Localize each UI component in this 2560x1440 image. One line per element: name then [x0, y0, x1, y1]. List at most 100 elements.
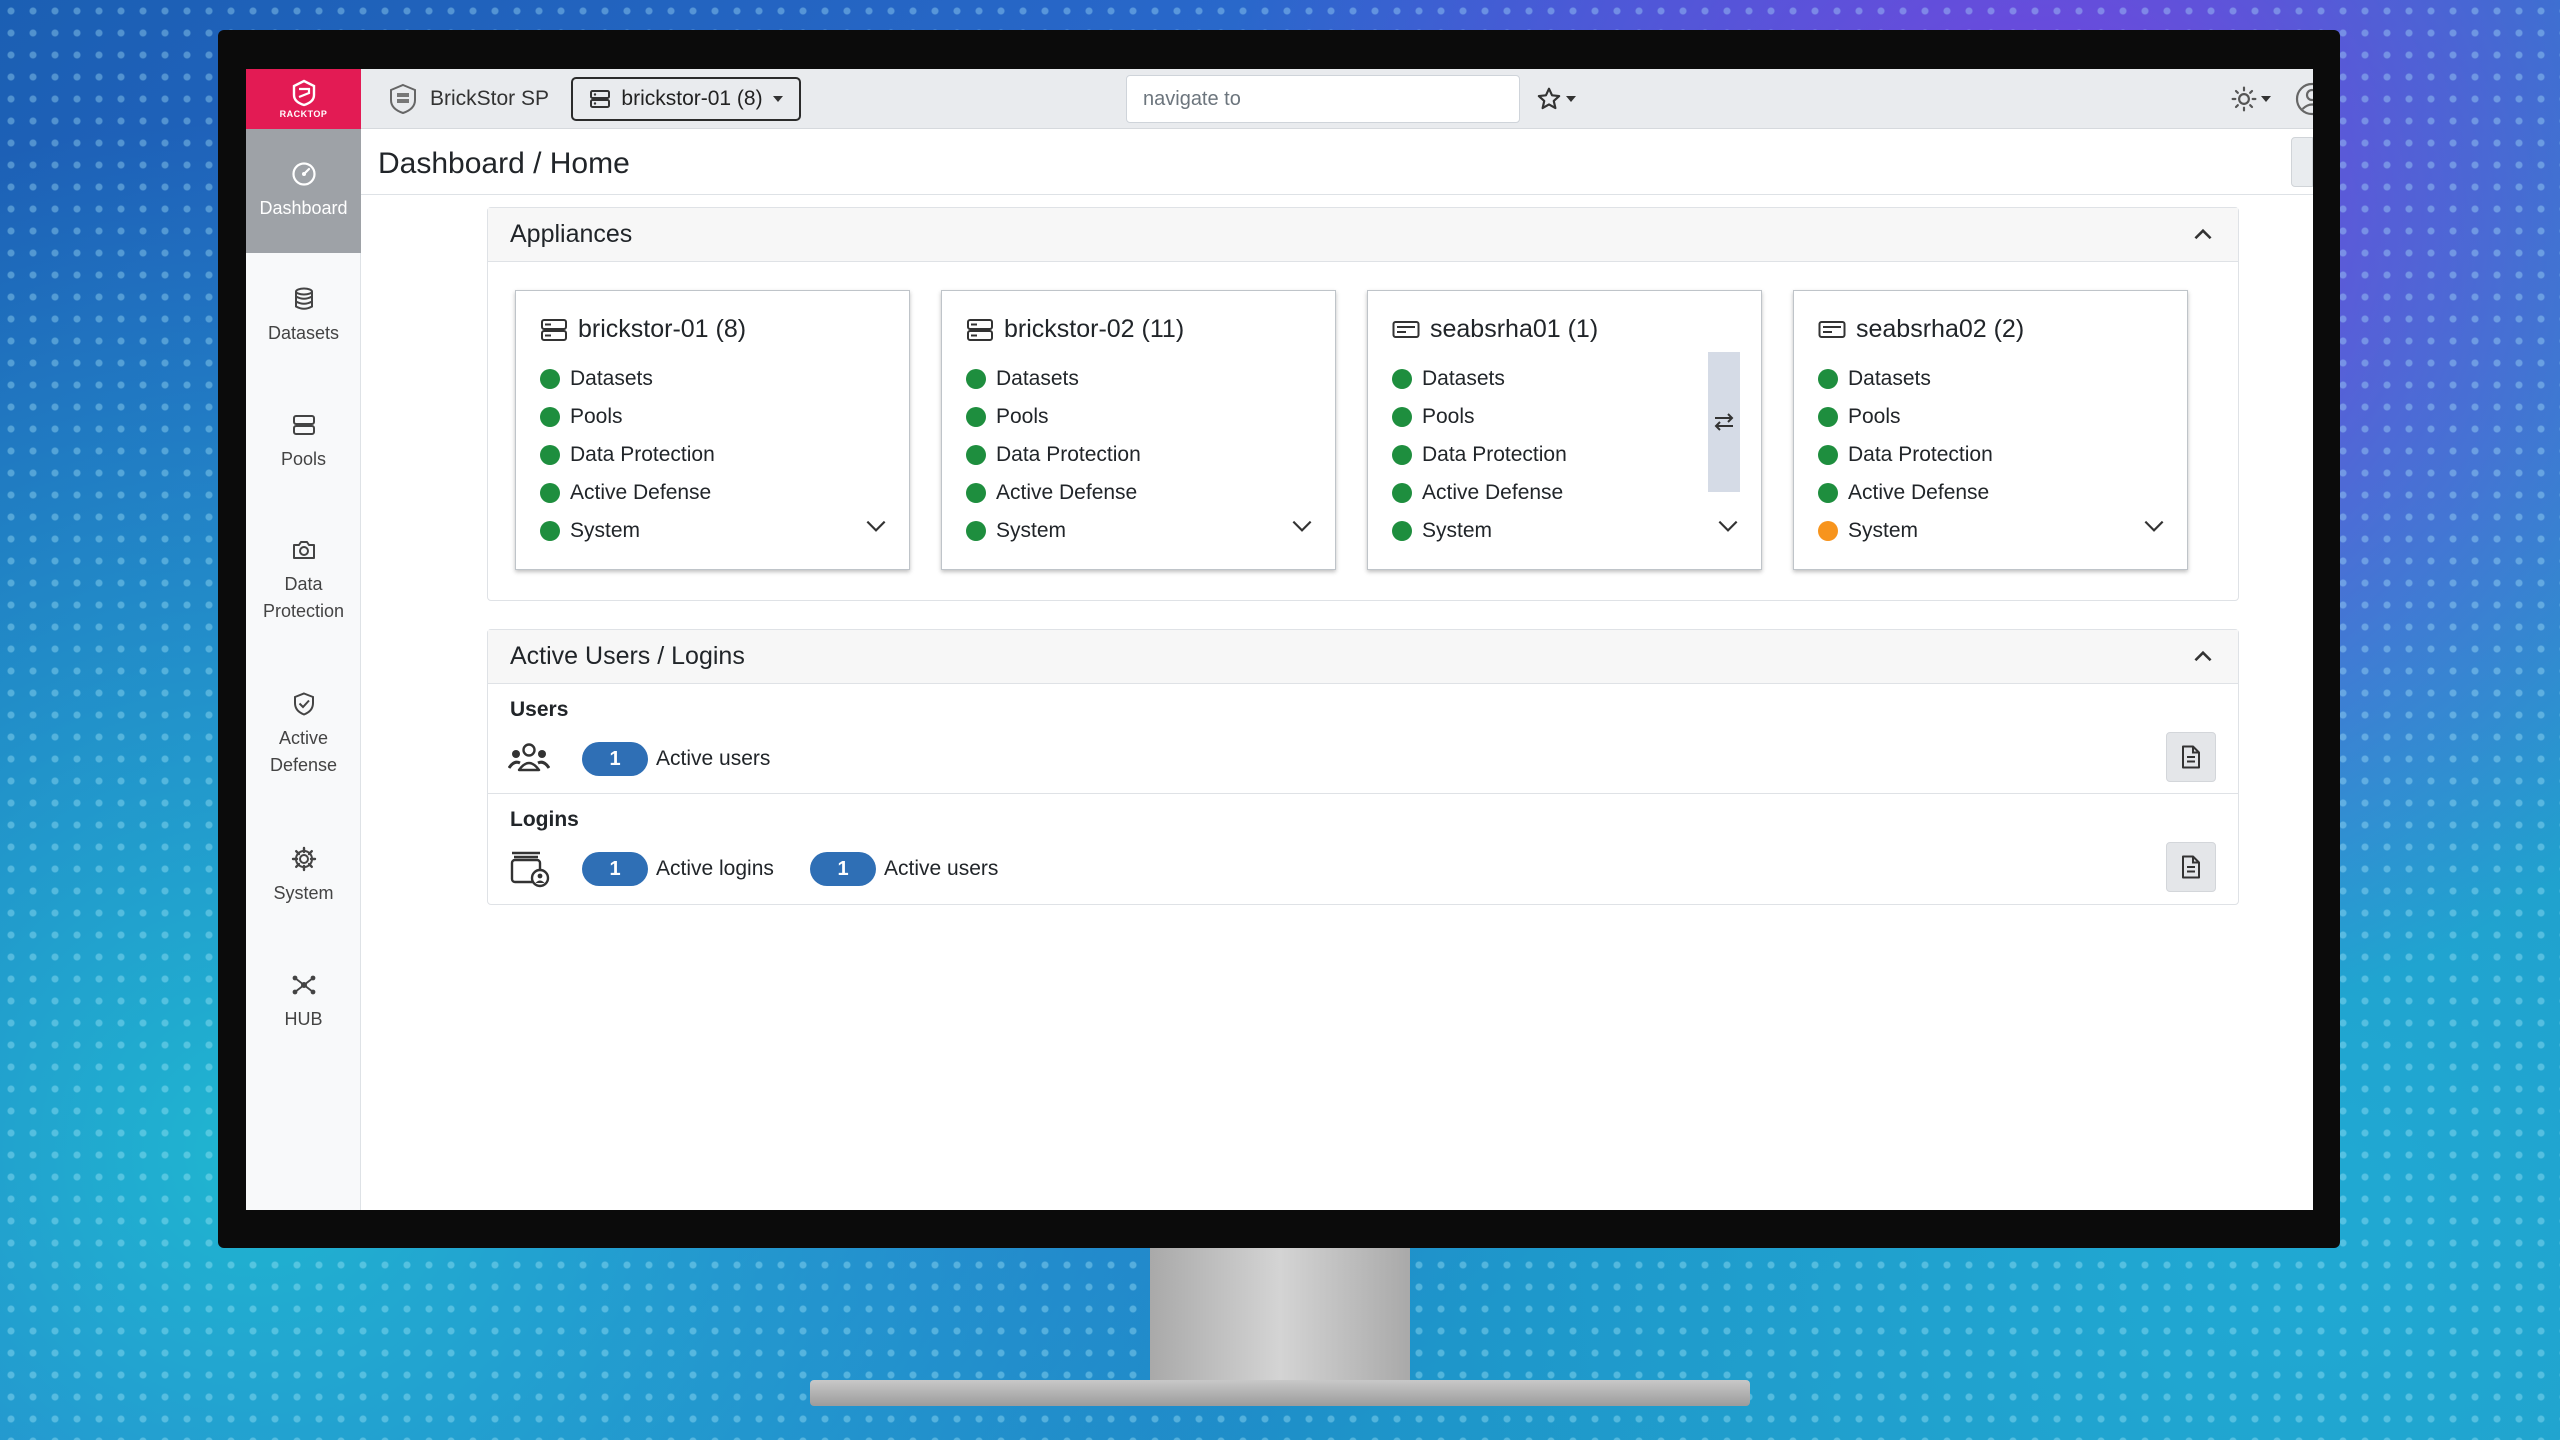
- status-label: System: [1422, 519, 1493, 542]
- chevron-down-icon[interactable]: [2141, 513, 2167, 539]
- count-label: Active logins: [656, 857, 774, 880]
- appliance-card-seabsrha01[interactable]: seabsrha01 (1) Datasets Pools Data Prote…: [1367, 290, 1762, 570]
- sidebar-item-dashboard[interactable]: Dashboard: [246, 129, 361, 253]
- navigate-input[interactable]: [1126, 75, 1520, 123]
- appliance-name: seabsrha01 (1): [1430, 315, 1599, 343]
- status-pools[interactable]: Pools: [966, 405, 1049, 429]
- status-ok-indicator: [1818, 369, 1838, 389]
- count-badge: 1: [582, 742, 648, 776]
- sidebar-item-hub[interactable]: HUB: [246, 939, 361, 1065]
- panel-title: Appliances: [510, 220, 633, 248]
- sidebar: Dashboard Datasets Pools Data Protection: [246, 129, 361, 1210]
- appliance-card-seabsrha02[interactable]: seabsrha02 (2) Datasets Pools Data Prote…: [1793, 290, 2188, 570]
- status-datasets[interactable]: Datasets: [1818, 367, 1931, 391]
- monitor-base: [810, 1380, 1750, 1406]
- appliance-name: brickstor-02 (11): [1004, 315, 1185, 343]
- status-label: Pools: [1848, 405, 1901, 428]
- status-label: Pools: [570, 405, 623, 428]
- card-title: brickstor-01 (8): [540, 315, 746, 344]
- sidebar-item-datasets[interactable]: Datasets: [246, 253, 361, 379]
- racktop-logo[interactable]: RACKTOP: [246, 69, 361, 129]
- status-ok-indicator: [966, 369, 986, 389]
- sidebar-item-pools[interactable]: Pools: [246, 379, 361, 505]
- status-system[interactable]: System: [540, 519, 640, 543]
- dashboard-icon: [291, 161, 316, 186]
- status-system[interactable]: System: [966, 519, 1066, 543]
- status-pools[interactable]: Pools: [540, 405, 623, 429]
- sidebar-item-data-protection[interactable]: Data Protection: [246, 505, 361, 657]
- ha-appliance-icon: [1392, 320, 1420, 338]
- user-account-icon[interactable]: [2294, 81, 2313, 117]
- sidebar-item-label: Pools: [280, 448, 327, 469]
- users-report-button[interactable]: [2166, 732, 2216, 782]
- sidebar-item-label: HUB: [284, 1008, 323, 1029]
- status-label: Data Protection: [1848, 443, 1993, 466]
- chevron-down-icon[interactable]: [1715, 513, 1741, 539]
- sidebar-item-active-defense[interactable]: Active Defense: [246, 657, 361, 813]
- product-brand[interactable]: BrickStor SP: [386, 79, 549, 119]
- caret-down-icon: [772, 96, 783, 102]
- favorites-menu[interactable]: [1536, 81, 1586, 117]
- logins-icon: [510, 851, 550, 888]
- status-active-defense[interactable]: Active Defense: [1818, 481, 1989, 505]
- status-data-protection[interactable]: Data Protection: [1818, 443, 1993, 467]
- status-ok-indicator: [1818, 445, 1838, 465]
- server-icon: [292, 414, 315, 435]
- appliance-selector[interactable]: brickstor-01 (8): [571, 77, 801, 121]
- count-badge: 1: [810, 852, 876, 886]
- chevron-down-icon[interactable]: [863, 513, 889, 539]
- status-label: Datasets: [996, 367, 1079, 390]
- sidebar-item-label: Active Defense: [269, 728, 338, 775]
- users-section: Users 1 Active users: [488, 684, 2238, 794]
- status-datasets[interactable]: Datasets: [966, 367, 1079, 391]
- appliances-panel-header[interactable]: Appliances: [488, 208, 2238, 262]
- active-users-panel-header[interactable]: Active Users / Logins: [488, 630, 2238, 684]
- status-active-defense[interactable]: Active Defense: [540, 481, 711, 505]
- status-datasets[interactable]: Datasets: [540, 367, 653, 391]
- monitor-stand: [1150, 1245, 1410, 1385]
- status-active-defense[interactable]: Active Defense: [966, 481, 1137, 505]
- status-ok-indicator: [1392, 369, 1412, 389]
- divider: [361, 194, 2313, 195]
- status-label: System: [570, 519, 641, 542]
- top-navbar: RACKTOP BrickStor SP brickstor-01 (8): [246, 69, 2313, 129]
- status-ok-indicator: [1818, 407, 1838, 427]
- caret-down-icon: [2261, 96, 2271, 102]
- sidebar-item-system[interactable]: System: [246, 813, 361, 939]
- chevron-up-icon[interactable]: [2190, 644, 2216, 670]
- chevron-down-icon[interactable]: [1289, 513, 1315, 539]
- document-icon: [2182, 855, 2200, 879]
- status-ok-indicator: [540, 445, 560, 465]
- count-badge: 1: [582, 852, 648, 886]
- document-icon: [2182, 745, 2200, 769]
- status-label: Datasets: [1422, 367, 1505, 390]
- status-label: Data Protection: [1422, 443, 1567, 466]
- logins-report-button[interactable]: [2166, 842, 2216, 892]
- status-active-defense[interactable]: Active Defense: [1392, 481, 1563, 505]
- status-ok-indicator: [540, 407, 560, 427]
- status-datasets[interactable]: Datasets: [1392, 367, 1505, 391]
- active-logins-count: 1 Active logins: [582, 852, 774, 886]
- active-users-panel: Active Users / Logins Users 1 Active use…: [487, 629, 2239, 905]
- caret-down-icon: [1566, 96, 1576, 102]
- status-ok-indicator: [1392, 483, 1412, 503]
- chevron-up-icon[interactable]: [2190, 222, 2216, 248]
- status-label: Datasets: [1848, 367, 1931, 390]
- status-data-protection[interactable]: Data Protection: [966, 443, 1141, 467]
- status-system[interactable]: System: [1818, 519, 1918, 543]
- appliance-card-brickstor-02[interactable]: brickstor-02 (11) Datasets Pools Data Pr…: [941, 290, 1336, 570]
- status-ok-indicator: [1392, 445, 1412, 465]
- status-pools[interactable]: Pools: [1392, 405, 1475, 429]
- status-data-protection[interactable]: Data Protection: [1392, 443, 1567, 467]
- sidebar-item-label: System: [273, 882, 334, 903]
- status-system[interactable]: System: [1392, 519, 1492, 543]
- status-ok-indicator: [540, 521, 560, 541]
- status-label: Active Defense: [1422, 481, 1564, 504]
- status-data-protection[interactable]: Data Protection: [540, 443, 715, 467]
- appliance-card-brickstor-01[interactable]: brickstor-01 (8) Datasets Pools Data Pro…: [515, 290, 910, 570]
- status-label: Pools: [996, 405, 1049, 428]
- theme-menu[interactable]: [2231, 81, 2281, 117]
- appliance-name: seabsrha02 (2): [1856, 315, 2025, 343]
- status-pools[interactable]: Pools: [1818, 405, 1901, 429]
- side-panel-toggle[interactable]: [2291, 137, 2313, 187]
